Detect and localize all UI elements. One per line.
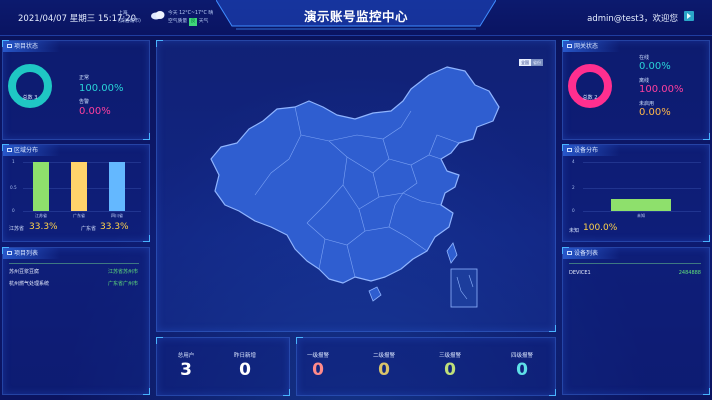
air-quality-badge: 良 <box>189 18 197 26</box>
y-tick: 0 <box>12 208 15 213</box>
project-total: 总数 3 <box>22 95 38 101</box>
region-pct-label: 广东省 <box>81 226 97 232</box>
bar-1[interactable] <box>611 198 671 211</box>
online-label: 在线 <box>639 55 650 61</box>
alarm-level-label: 二级报警 <box>372 353 395 359</box>
panel-icon <box>567 43 572 48</box>
normal-value: 100.00% <box>79 83 124 94</box>
china-map[interactable] <box>197 55 527 317</box>
header-weather: 今天 12°C~17°C 晴 空气质量良天气 <box>168 11 214 26</box>
header-location: 上海 (实验城市) <box>118 11 141 24</box>
y-tick: 1 <box>12 159 15 164</box>
gateway-total: 总数 2 <box>582 95 598 101</box>
disabled-value: 0.00% <box>639 107 671 118</box>
map-panel: 全国 省份 <box>156 40 556 332</box>
alarm-level-label: 四级报警 <box>510 353 533 359</box>
user-counter-panel: 总用户 3 昨日新增 0 <box>156 337 290 396</box>
bar-2[interactable] <box>71 162 87 211</box>
panel-icon <box>567 250 572 255</box>
device-pct-label: 未知 <box>569 228 580 234</box>
bar-category-label: 未知 <box>637 213 645 218</box>
list-scroll-edge <box>9 263 139 264</box>
gridline <box>23 211 141 212</box>
offline-label: 离线 <box>639 78 650 84</box>
bar-1[interactable] <box>33 162 49 211</box>
list-scroll-edge <box>569 263 701 264</box>
bar-category-label: 江苏省 <box>35 213 47 218</box>
today-value: 0 <box>239 360 251 380</box>
bar-3[interactable] <box>109 162 125 211</box>
hainan-island <box>368 286 382 302</box>
region-dist-title: 区域分布 <box>3 145 61 156</box>
gridline <box>583 162 701 163</box>
alarm-level-value: 0 <box>444 360 456 380</box>
project-status-title: 项目状态 <box>3 41 61 52</box>
device-pct-value: 100.0% <box>583 223 618 233</box>
user-greeting: admin@test3，欢迎您 <box>587 14 678 24</box>
y-tick: 0 <box>572 208 575 213</box>
disabled-label: 未启用 <box>639 101 655 107</box>
taiwan-island <box>446 242 458 264</box>
users-value: 3 <box>180 360 192 380</box>
offline-value: 100.00% <box>639 84 684 95</box>
region-pct-label: 江苏省 <box>9 226 25 232</box>
gridline <box>583 188 701 189</box>
alarm-level-value: 0 <box>378 360 390 380</box>
project-list-title: 项目列表 <box>3 248 61 259</box>
cloud-icon <box>151 11 165 20</box>
page-title: 演示账号监控中心 <box>303 9 408 24</box>
region-dist-panel: 区域分布 1 0.5 0 江苏省 广东省 四川省 江苏省 33.3% 广东省 33.… <box>2 144 150 242</box>
y-tick: 2 <box>572 185 575 190</box>
alarm-level-label: 三级报警 <box>438 353 461 359</box>
y-tick: 4 <box>572 159 575 164</box>
users-label: 总用户 <box>177 353 195 359</box>
device-list-panel: 设备列表 DEVICE1 2484888 <box>562 247 710 395</box>
region-pct-value: 33.3% <box>100 222 129 232</box>
alarm-level-value: 0 <box>516 360 528 380</box>
alarm-counter-panel: 一级报警 0 二级报警 0 三级报警 0 四级报警 0 <box>296 337 556 396</box>
alarm-level-label: 一级报警 <box>306 353 329 359</box>
project-status-donut <box>8 64 52 108</box>
bar-category-label: 广东省 <box>73 213 85 218</box>
alarm-value: 0.00% <box>79 106 111 117</box>
alarm-level-value: 0 <box>312 360 324 380</box>
project-list-panel: 项目列表 苏州豆浆豆腐 江苏省苏州市 杭州燃气处理系统 广东省广州市 <box>2 247 150 395</box>
bar-category-label: 四川省 <box>111 213 123 218</box>
logout-icon[interactable] <box>684 11 694 21</box>
device-dist-panel: 设备分布 4 2 0 未知 未知 100.0% <box>562 144 710 242</box>
alarm-label: 告警 <box>79 99 90 105</box>
panel-icon <box>7 147 12 152</box>
gridline <box>583 211 701 212</box>
device-list-title: 设备列表 <box>563 248 621 259</box>
toggle-province[interactable]: 省份 <box>531 59 543 66</box>
region-pct-value: 33.3% <box>29 222 58 232</box>
panel-icon <box>7 250 12 255</box>
header-bar: 2021/04/07 星期三 15:17:20 上海 (实验城市) 今天 12°… <box>0 0 712 36</box>
normal-label: 正常 <box>79 75 90 81</box>
panel-icon <box>567 147 572 152</box>
gateway-status-donut <box>568 64 612 108</box>
device-dist-title: 设备分布 <box>563 145 621 156</box>
gateway-status-title: 网关状态 <box>563 41 621 52</box>
panel-icon <box>7 43 12 48</box>
project-status-panel: 项目状态 总数 3 正常 100.00% 告警 0.00% <box>2 40 150 140</box>
gateway-status-panel: 网关状态 总数 2 在线 0.00% 离线 100.00% 未启用 0.00% <box>562 40 710 140</box>
online-value: 0.00% <box>639 61 671 72</box>
y-tick: 0.5 <box>10 185 17 190</box>
today-label: 昨日新增 <box>233 353 256 359</box>
south-sea-inset <box>450 268 478 308</box>
